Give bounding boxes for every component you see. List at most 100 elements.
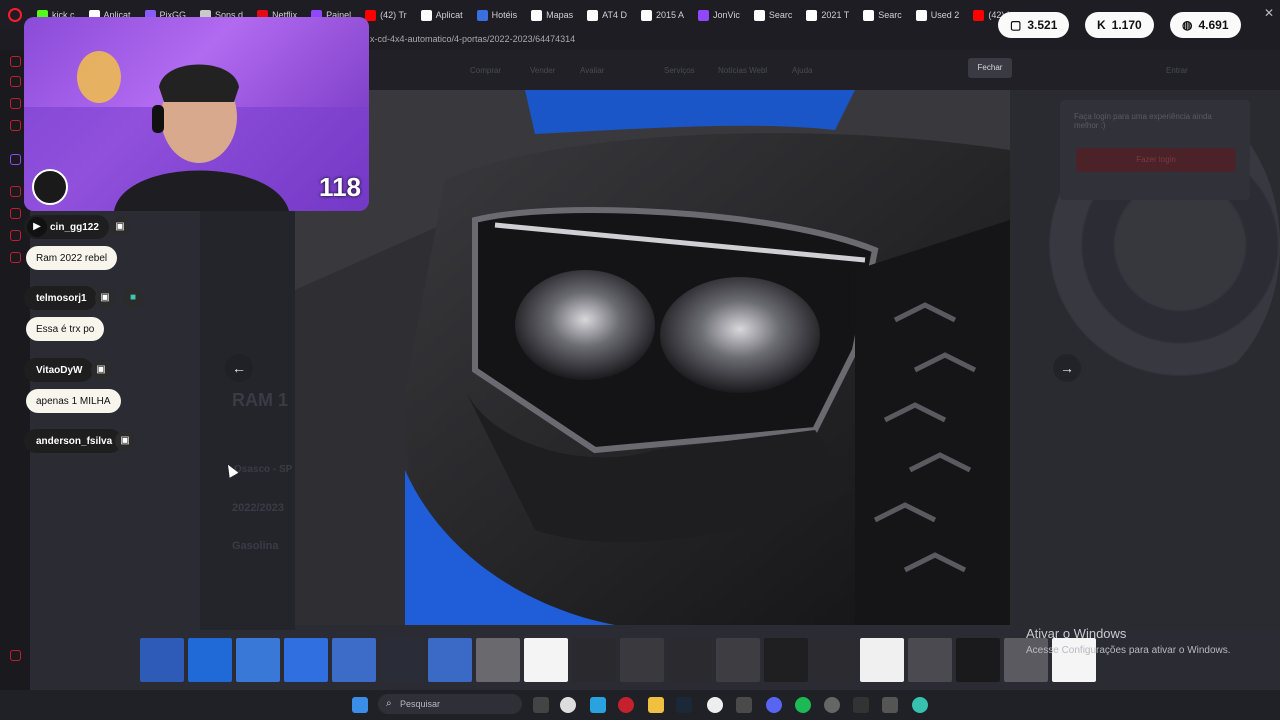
tab-label: Aplicat — [435, 10, 463, 20]
sidebar-settings-icon[interactable] — [10, 252, 21, 263]
nav-noticias[interactable]: Notícias Webl — [718, 66, 767, 75]
tab-favicon-icon — [476, 9, 488, 21]
tab-label: Mapas — [546, 10, 574, 20]
tab-label: Hotéis — [491, 10, 518, 20]
gallery-thumbnail[interactable] — [332, 638, 376, 682]
browser-tab[interactable]: Mapas — [524, 4, 580, 26]
gallery-thumbnail[interactable] — [668, 638, 712, 682]
login-button[interactable]: Fazer login — [1076, 148, 1236, 172]
twitch-badge-icon: ▣ — [95, 288, 115, 308]
gallery-thumbnail[interactable] — [236, 638, 280, 682]
nav-vender[interactable]: Vender — [530, 66, 555, 75]
nav-avaliar[interactable]: Avaliar — [580, 66, 604, 75]
file-explorer-icon[interactable] — [648, 697, 664, 713]
gallery-thumbnail[interactable] — [764, 638, 808, 682]
sidebar-gx-icon[interactable] — [10, 650, 21, 661]
kick-count: 1.170 — [1111, 18, 1142, 32]
sidebar-player-icon[interactable] — [10, 186, 21, 197]
gallery-thumbnail[interactable] — [716, 638, 760, 682]
discord-icon[interactable] — [766, 697, 782, 713]
thumbnail-strip — [140, 638, 1170, 684]
sidebar-instagram-icon[interactable] — [10, 120, 21, 131]
browser-tab[interactable]: 2015 A — [634, 4, 691, 26]
twitch-badge-icon: ▣ — [110, 217, 130, 237]
nav-comprar[interactable]: Comprar — [470, 66, 501, 75]
gallery-thumbnail[interactable] — [956, 638, 1000, 682]
gallery-thumbnail[interactable] — [524, 638, 568, 682]
activate-subtitle: Acesse Configurações para ativar o Windo… — [1026, 645, 1231, 656]
spotify-icon[interactable] — [795, 697, 811, 713]
chat-count-pill: ▢ 3.521 — [998, 12, 1070, 38]
kick-icon: K — [1097, 18, 1106, 32]
sidebar-whatsapp-icon[interactable] — [10, 98, 21, 109]
nav-ajuda[interactable]: Ajuda — [792, 66, 812, 75]
browser-tab[interactable]: Searc — [856, 4, 909, 26]
opera-gx-taskbar-icon[interactable] — [618, 697, 634, 713]
listing-title: RAM 1 — [232, 390, 289, 410]
tab-label: Used 2 — [930, 10, 960, 20]
gallery-thumbnail[interactable] — [572, 638, 616, 682]
gallery-thumbnail[interactable] — [284, 638, 328, 682]
close-window-icon[interactable]: ✕ — [1264, 6, 1274, 20]
gallery-thumbnail[interactable] — [620, 638, 664, 682]
start-menu-icon[interactable] — [352, 697, 368, 713]
channel-logo-icon — [32, 169, 68, 205]
gallery-thumbnail[interactable] — [476, 638, 520, 682]
browser-tab[interactable]: JonVic — [691, 4, 747, 26]
app-icon-3[interactable] — [853, 697, 869, 713]
gallery-thumbnail[interactable] — [428, 638, 472, 682]
streamer-webcam: 118 — [24, 17, 369, 211]
browser-tab[interactable]: Searc — [747, 4, 800, 26]
app-icon-4[interactable] — [882, 697, 898, 713]
next-photo-arrow[interactable]: → — [1053, 354, 1081, 382]
taskbar-search[interactable]: Pesquisar — [378, 694, 522, 714]
steam-icon[interactable] — [676, 697, 692, 713]
listing-location: Osasco - SP — [234, 464, 293, 475]
gallery-thumbnail[interactable] — [188, 638, 232, 682]
globe-count-pill: ◍ 4.691 — [1170, 12, 1241, 38]
gallery-thumbnail[interactable] — [860, 638, 904, 682]
task-view-icon[interactable] — [533, 697, 549, 713]
globe-count: 4.691 — [1198, 18, 1229, 32]
account-link[interactable]: Entrar — [1166, 66, 1188, 75]
listing-fuel: Gasolina — [232, 540, 279, 552]
close-gallery-button[interactable]: Fechar — [968, 58, 1012, 78]
globe-icon: ◍ — [1182, 18, 1193, 32]
chat-message-2: Essa é trx po — [26, 317, 105, 341]
chat-icon: ▢ — [1010, 18, 1022, 32]
listing-year: 2022/2023 — [232, 502, 284, 514]
gallery-thumbnail[interactable] — [908, 638, 952, 682]
nav-servicos[interactable]: Serviços — [664, 66, 695, 75]
previous-photo-arrow[interactable]: ← — [225, 354, 253, 382]
capcut-icon[interactable] — [736, 697, 752, 713]
truck-headlight-image — [295, 90, 1010, 625]
tab-favicon-icon — [365, 9, 377, 21]
obs-icon[interactable] — [824, 697, 840, 713]
app-icon-2[interactable] — [707, 697, 723, 713]
chat-message-3: apenas 1 MILHA — [26, 389, 121, 413]
gallery-thumbnail[interactable] — [140, 638, 184, 682]
chat-username-2: telmosorj1 — [24, 286, 97, 310]
car-photo — [295, 90, 1010, 625]
search-icon: ⌕ — [386, 698, 392, 709]
gallery-thumbnail[interactable] — [380, 638, 424, 682]
browser-tab[interactable]: Hotéis — [470, 4, 525, 26]
app-icon-1[interactable] — [560, 697, 576, 713]
sidebar-twitch-icon[interactable] — [10, 154, 21, 165]
sidebar-history-icon[interactable] — [10, 208, 21, 219]
browser-tab[interactable]: Used 2 — [909, 4, 967, 26]
browser-tab[interactable]: Aplicat — [414, 4, 470, 26]
browser-tab[interactable]: AT4 D — [580, 4, 634, 26]
app-icon-5[interactable] — [912, 697, 928, 713]
browser-tab[interactable]: 2021 T — [799, 4, 856, 26]
sidebar-messenger-icon[interactable] — [10, 76, 21, 87]
sidebar-home-icon[interactable] — [10, 56, 21, 67]
tab-label: 2021 T — [821, 10, 850, 20]
tab-label: AT4 D — [602, 10, 628, 20]
opera-logo-icon[interactable] — [8, 8, 22, 22]
tab-favicon-icon — [698, 9, 710, 21]
sidebar-downloads-icon[interactable] — [10, 230, 21, 241]
tab-label: Searc — [878, 10, 902, 20]
copilot-icon[interactable] — [590, 697, 606, 713]
gallery-thumbnail[interactable] — [812, 638, 856, 682]
